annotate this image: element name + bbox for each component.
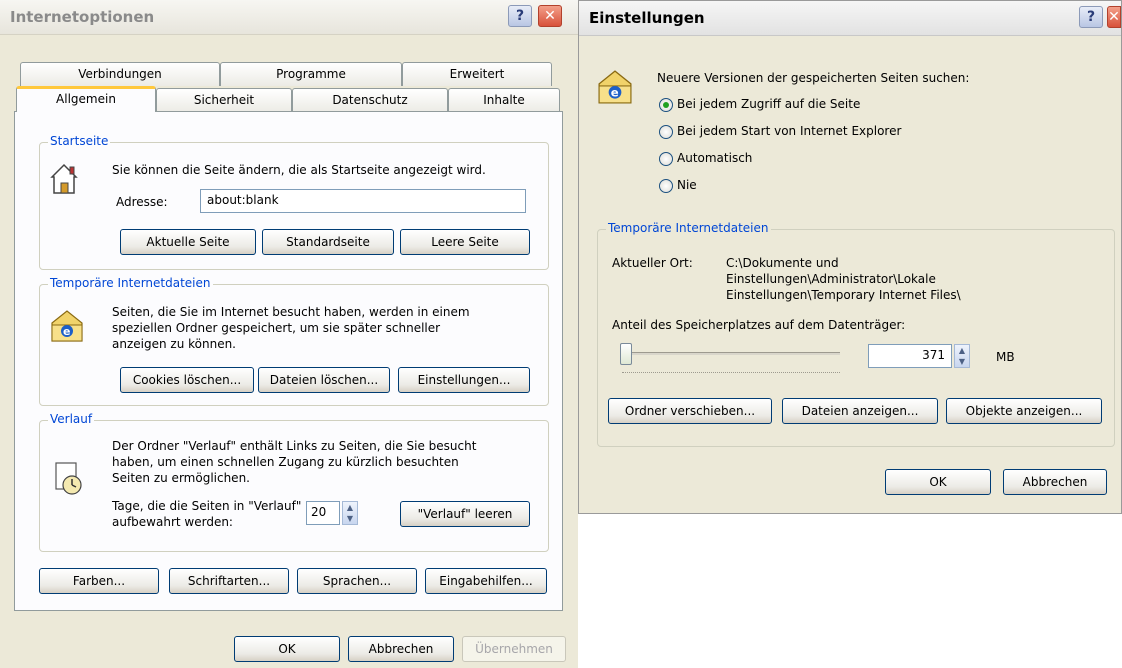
window-title: Internetoptionen — [10, 8, 155, 26]
ok-button[interactable]: OK — [234, 636, 340, 662]
help-button[interactable]: ? — [508, 5, 532, 27]
tab-programme[interactable]: Programme — [220, 62, 402, 86]
days-spinner[interactable]: ▲ ▼ — [342, 501, 358, 525]
colors-button[interactable]: Farben... — [39, 568, 159, 594]
radio-every-start[interactable] — [659, 125, 673, 139]
verlauf-desc-line3: Seiten zu ermöglichen. — [112, 471, 250, 485]
days-label-line1: Tage, die die Seiten in "Verlauf" — [112, 499, 302, 513]
settings-button[interactable]: Einstellungen... — [398, 367, 530, 393]
tab-datenschutz[interactable]: Datenschutz — [292, 88, 448, 112]
delete-files-button[interactable]: Dateien löschen... — [258, 367, 390, 393]
temp-files-desc-line3: anzeigen zu können. — [112, 337, 236, 351]
location-label: Aktueller Ort: — [612, 256, 693, 270]
settings-close-button[interactable]: ✕ — [1107, 6, 1121, 28]
radio-never[interactable] — [659, 179, 673, 193]
tab-verbindungen[interactable]: Verbindungen — [20, 62, 220, 86]
home-page-icon — [48, 161, 80, 197]
tab-inhalte[interactable]: Inhalte — [448, 88, 560, 112]
ie-folder-icon: e — [597, 69, 633, 105]
settings-temp-files-label: Temporäre Internetdateien — [606, 221, 771, 235]
disk-space-slider-thumb[interactable] — [620, 343, 632, 365]
svg-text:e: e — [63, 325, 70, 338]
title-bar[interactable]: Internetoptionen ? ✕ — [0, 0, 578, 35]
temp-files-desc-line1: Seiten, die Sie im Internet besucht habe… — [112, 305, 470, 319]
address-input[interactable]: about:blank — [200, 189, 526, 213]
settings-title-bar[interactable]: Einstellungen ? ✕ — [579, 1, 1121, 36]
disk-space-input[interactable]: 371 — [868, 344, 952, 368]
radio-every-start-label[interactable]: Bei jedem Start von Internet Explorer — [677, 124, 901, 139]
ie-folder-icon: e — [50, 309, 84, 343]
settings-cancel-button[interactable]: Abbrechen — [1003, 469, 1107, 495]
apply-button[interactable]: Übernehmen — [462, 636, 566, 662]
disk-space-spinner[interactable]: ▲ ▼ — [954, 344, 970, 368]
startseite-description: Sie können die Seite ändern, die als Sta… — [112, 163, 486, 177]
radio-automatic[interactable] — [659, 152, 673, 166]
temp-files-group: Temporäre Internetdateien e Seiten, die … — [39, 276, 549, 406]
slider-ticks — [622, 372, 840, 375]
location-line3: Einstellungen\Temporary Internet Files\ — [726, 288, 961, 302]
settings-help-button[interactable]: ? — [1079, 6, 1103, 28]
startseite-group: Startseite Sie können die Seite ändern, … — [39, 134, 549, 270]
fonts-button[interactable]: Schriftarten... — [169, 568, 289, 594]
verlauf-group: Verlauf Der Ordner "Verlauf" enthält Lin… — [39, 412, 549, 552]
current-page-button[interactable]: Aktuelle Seite — [120, 229, 256, 255]
svg-text:e: e — [611, 86, 619, 100]
settings-temp-files-group: Temporäre Internetdateien Aktueller Ort:… — [597, 221, 1115, 447]
einstellungen-window: Einstellungen ? ✕ e Neuere Versionen der… — [578, 0, 1122, 514]
history-icon — [52, 461, 84, 495]
radio-every-visit[interactable] — [659, 98, 673, 112]
internet-options-window: Internetoptionen ? ✕ Verbindungen Progra… — [0, 0, 578, 668]
radio-every-visit-label[interactable]: Bei jedem Zugriff auf die Seite — [677, 97, 860, 112]
cancel-button[interactable]: Abbrechen — [348, 636, 454, 662]
clear-history-button[interactable]: "Verlauf" leeren — [400, 501, 530, 527]
days-input[interactable]: 20 — [306, 501, 340, 525]
tab-sicherheit[interactable]: Sicherheit — [156, 88, 292, 112]
view-files-button[interactable]: Dateien anzeigen... — [782, 398, 938, 424]
view-objects-button[interactable]: Objekte anzeigen... — [946, 398, 1102, 424]
default-page-button[interactable]: Standardseite — [262, 229, 394, 255]
days-label-line2: aufbewahrt werden: — [112, 515, 233, 529]
disk-space-label: Anteil des Speicherplatzes auf dem Daten… — [612, 318, 906, 332]
close-button[interactable]: ✕ — [538, 5, 562, 27]
verlauf-desc-line1: Der Ordner "Verlauf" enthält Links zu Se… — [112, 439, 477, 453]
tab-panel-allgemein: Startseite Sie können die Seite ändern, … — [14, 111, 563, 611]
temp-files-desc-line2: speziellen Ordner gespeichert, um sie sp… — [112, 321, 441, 335]
delete-cookies-button[interactable]: Cookies löschen... — [120, 367, 254, 393]
check-versions-label: Neuere Versionen der gespeicherten Seite… — [657, 71, 970, 85]
tab-allgemein[interactable]: Allgemein — [16, 86, 156, 112]
disk-space-slider-track — [622, 352, 840, 355]
blank-page-button[interactable]: Leere Seite — [400, 229, 530, 255]
radio-never-label[interactable]: Nie — [677, 178, 697, 193]
location-line1: C:\Dokumente und — [726, 256, 839, 270]
settings-ok-button[interactable]: OK — [885, 469, 991, 495]
move-folder-button[interactable]: Ordner verschieben... — [608, 398, 772, 424]
address-label: Adresse: — [116, 195, 168, 209]
temp-files-group-label: Temporäre Internetdateien — [48, 276, 213, 290]
disk-space-unit: MB — [996, 350, 1015, 364]
tab-erweitert[interactable]: Erweitert — [402, 62, 552, 86]
languages-button[interactable]: Sprachen... — [297, 568, 417, 594]
location-line2: Einstellungen\Administrator\Lokale — [726, 272, 936, 286]
settings-window-title: Einstellungen — [589, 9, 705, 27]
verlauf-group-label: Verlauf — [48, 412, 95, 426]
accessibility-button[interactable]: Eingabehilfen... — [425, 568, 547, 594]
startseite-group-label: Startseite — [48, 134, 111, 148]
verlauf-desc-line2: haben, um einen schnellen Zugang zu kürz… — [112, 455, 459, 469]
radio-automatic-label[interactable]: Automatisch — [677, 151, 752, 166]
